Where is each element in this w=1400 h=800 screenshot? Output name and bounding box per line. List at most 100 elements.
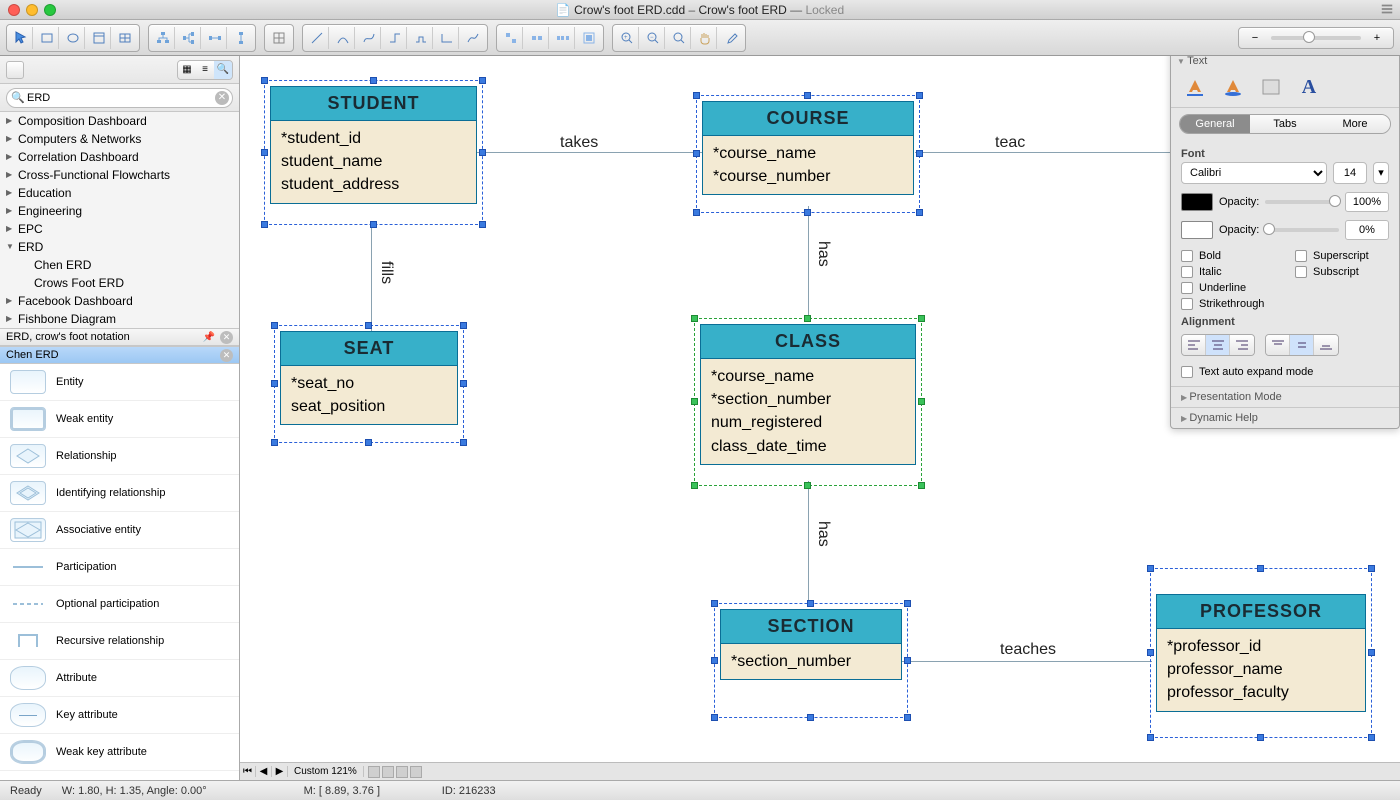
eyedropper-tool[interactable] — [719, 27, 743, 49]
tree-item[interactable]: Facebook Dashboard — [0, 292, 239, 310]
entity-class[interactable]: CLASS *course_name *section_number num_r… — [700, 324, 916, 465]
tree-child[interactable]: Crows Foot ERD — [0, 274, 239, 292]
tree-item[interactable]: Fishbone Diagram — [0, 310, 239, 328]
tree-item[interactable]: Education — [0, 184, 239, 202]
inspector-dynamic-help[interactable]: Dynamic Help — [1171, 407, 1399, 428]
text-bg-icon[interactable] — [1219, 75, 1247, 99]
inspector-tabs[interactable]: General Tabs More — [1179, 114, 1391, 134]
entity-student[interactable]: STUDENT *student_id student_name student… — [270, 86, 477, 204]
smart-tool[interactable] — [435, 27, 459, 49]
zoom-readout[interactable]: Custom 121% — [288, 766, 364, 777]
stencil-item[interactable]: Associative entity — [0, 512, 239, 549]
valign-bottom[interactable] — [1314, 335, 1338, 355]
check-bold[interactable]: Bold — [1181, 250, 1275, 262]
connector-fills[interactable] — [371, 221, 372, 331]
inspector-presentation-mode[interactable]: Presentation Mode — [1171, 386, 1399, 407]
stencil-tab-chen[interactable]: Chen ERD ✕ — [0, 346, 239, 364]
routed-tool[interactable] — [409, 27, 433, 49]
ellipse-tool[interactable] — [61, 27, 85, 49]
align-center[interactable] — [1206, 335, 1230, 355]
check-subscript[interactable]: Subscript — [1295, 266, 1389, 278]
page-first-icon[interactable]: ⏮ — [240, 766, 256, 777]
library-view-toggle[interactable]: ▦ ≡ 🔍 — [177, 60, 233, 80]
tree-item[interactable]: Computers & Networks — [0, 130, 239, 148]
entity-section[interactable]: SECTION *section_number — [720, 609, 902, 680]
close-icon[interactable]: ✕ — [220, 331, 233, 344]
text-tool[interactable] — [87, 27, 111, 49]
font-select[interactable]: Calibri — [1181, 162, 1327, 184]
search-view-icon[interactable]: 🔍 — [214, 61, 232, 79]
valign-middle[interactable] — [1290, 335, 1314, 355]
stencil-item[interactable]: Attribute — [0, 660, 239, 697]
align-dist-tool-1[interactable] — [499, 27, 523, 49]
align-dist-tool-3[interactable] — [551, 27, 575, 49]
stencil-item[interactable]: Weak entity — [0, 401, 239, 438]
tab-general[interactable]: General — [1180, 115, 1250, 133]
search-input[interactable] — [6, 88, 233, 108]
pan-tool[interactable] — [693, 27, 717, 49]
bg-opacity-slider[interactable] — [1265, 228, 1339, 232]
align-left[interactable] — [1182, 335, 1206, 355]
zoom-minus-icon[interactable]: − — [1247, 32, 1263, 44]
zoom-out-tool[interactable]: − — [641, 27, 665, 49]
align-dist-tool-4[interactable] — [577, 27, 601, 49]
library-tree[interactable]: Composition Dashboard Computers & Networ… — [0, 112, 239, 328]
stencil-item[interactable]: Participation — [0, 549, 239, 586]
check-underline[interactable]: Underline — [1181, 282, 1275, 294]
insert-tool[interactable] — [267, 27, 291, 49]
text-opacity-slider[interactable] — [1265, 200, 1339, 204]
tree-child[interactable]: Chen ERD — [0, 256, 239, 274]
tree-item-erd[interactable]: ERD — [0, 238, 239, 256]
text-opacity-value[interactable]: 100% — [1345, 192, 1389, 212]
page-prev-icon[interactable]: ◀ — [256, 766, 272, 777]
font-size-stepper[interactable]: ▾ — [1373, 162, 1389, 184]
close-icon[interactable]: ✕ — [220, 349, 233, 362]
zoom-plus-icon[interactable]: + — [1369, 32, 1385, 44]
page-thumbs[interactable] — [364, 766, 426, 778]
elbow-tool[interactable] — [383, 27, 407, 49]
stencil-item[interactable]: Recursive relationship — [0, 623, 239, 660]
connector-teaches[interactable] — [902, 661, 1152, 662]
check-superscript[interactable]: Superscript — [1295, 250, 1389, 262]
entity-seat[interactable]: SEAT *seat_no seat_position — [280, 331, 458, 425]
pin-icon[interactable]: 📌 — [203, 332, 215, 343]
chain-tool[interactable] — [203, 27, 227, 49]
clear-search-icon[interactable]: ✕ — [215, 91, 229, 105]
connector-has-course-class[interactable] — [808, 206, 809, 321]
tree-item[interactable]: Composition Dashboard — [0, 112, 239, 130]
stencil-list[interactable]: Entity Weak entity Relationship Identify… — [0, 364, 239, 780]
chain-down-tool[interactable] — [229, 27, 253, 49]
text-a-icon[interactable]: A — [1295, 75, 1323, 99]
stencil-item[interactable]: Identifying relationship — [0, 475, 239, 512]
list-view-icon[interactable]: ≡ — [196, 61, 214, 79]
bg-color-swatch[interactable] — [1181, 221, 1213, 239]
stencil-item[interactable]: Weak key attribute — [0, 734, 239, 771]
drawing-canvas[interactable]: takes teac fills has has teaches STUDENT… — [240, 56, 1400, 780]
tab-more[interactable]: More — [1320, 115, 1390, 133]
align-right[interactable] — [1230, 335, 1254, 355]
tree-item[interactable]: Correlation Dashboard — [0, 148, 239, 166]
tree-down-tool[interactable] — [151, 27, 175, 49]
entity-course[interactable]: COURSE *course_name *course_number — [702, 101, 914, 195]
toolbar-overflow-icon[interactable] — [1380, 2, 1394, 16]
connector-has-class-section[interactable] — [808, 481, 809, 606]
bezier-tool[interactable] — [461, 27, 485, 49]
library-palette-icon[interactable] — [6, 61, 24, 79]
entity-professor[interactable]: PROFESSOR *professor_id professor_name p… — [1156, 594, 1366, 712]
zoom-slider[interactable] — [1271, 36, 1361, 40]
valign-top[interactable] — [1266, 335, 1290, 355]
stencil-item[interactable]: Entity — [0, 364, 239, 401]
stencil-item[interactable]: Relationship — [0, 438, 239, 475]
pointer-tool[interactable] — [9, 27, 33, 49]
connector-takes[interactable] — [477, 152, 702, 153]
text-box-icon[interactable] — [1257, 75, 1285, 99]
zoom-region-tool[interactable] — [667, 27, 691, 49]
font-size-input[interactable]: 14 — [1333, 162, 1367, 184]
text-color-swatch[interactable] — [1181, 193, 1213, 211]
tree-right-tool[interactable] — [177, 27, 201, 49]
tree-item[interactable]: EPC — [0, 220, 239, 238]
inspector-group-text[interactable]: Text — [1177, 56, 1393, 67]
arc-tool[interactable] — [331, 27, 355, 49]
stencil-item[interactable]: Optional participation — [0, 586, 239, 623]
align-dist-tool-2[interactable] — [525, 27, 549, 49]
